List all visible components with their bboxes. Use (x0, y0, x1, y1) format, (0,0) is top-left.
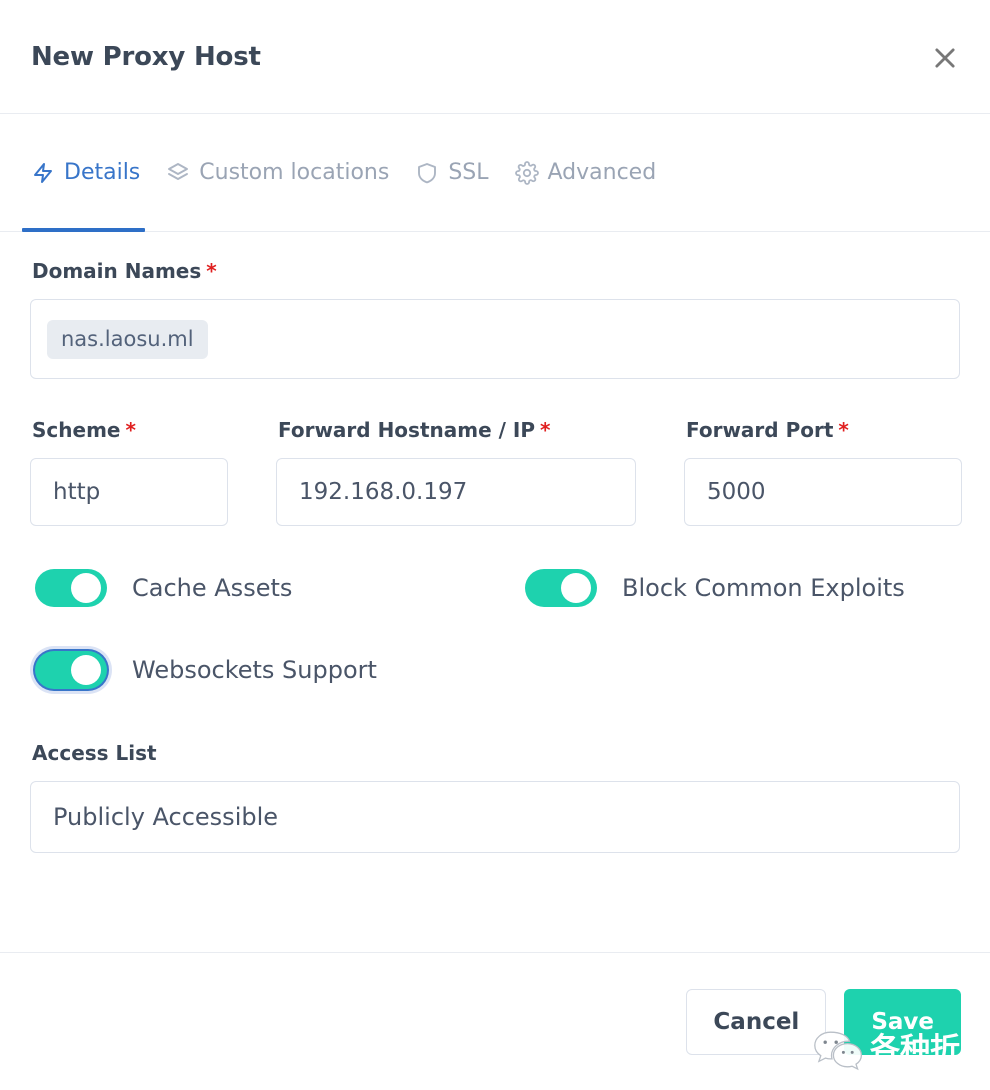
cache-assets-row: Cache Assets (30, 564, 520, 612)
access-list-value: Publicly Accessible (53, 803, 279, 831)
tab-custom-locations[interactable]: Custom locations (153, 114, 402, 231)
websockets-support-toggle-wrap (30, 646, 112, 694)
toggle-row-2: Websockets Support (30, 646, 960, 694)
gear-icon (514, 160, 539, 185)
forward-hostname-field: Forward Hostname / IP * 192.168.0.197 (276, 419, 684, 526)
tab-bar: Details Custom locations SSL Advanced (0, 114, 990, 232)
scheme-field: Scheme * http (30, 419, 276, 526)
scheme-select[interactable]: http (30, 458, 228, 526)
forward-settings-row: Scheme * http Forward Hostname / IP * 192.… (30, 419, 962, 526)
close-button[interactable] (927, 40, 963, 76)
required-asterisk: * (206, 259, 217, 283)
forward-hostname-value: 192.168.0.197 (299, 479, 468, 505)
forward-hostname-input[interactable]: 192.168.0.197 (276, 458, 636, 526)
modal-body: Domain Names * nas.laosu.ml Scheme * http … (0, 232, 990, 952)
toggle-row-1: Cache Assets Block Common Exploits (30, 564, 960, 612)
cache-assets-toggle[interactable] (35, 569, 107, 607)
scheme-label-text: Scheme (32, 418, 121, 442)
close-icon (931, 44, 959, 72)
domain-names-field: Domain Names * nas.laosu.ml (30, 260, 960, 379)
websockets-support-row: Websockets Support (30, 646, 377, 694)
forward-hostname-label-text: Forward Hostname / IP (278, 418, 535, 442)
domain-names-label-text: Domain Names (32, 259, 202, 283)
forward-hostname-label: Forward Hostname / IP * (278, 419, 636, 441)
domain-names-input[interactable]: nas.laosu.ml (30, 299, 960, 379)
forward-port-input[interactable]: 5000 (684, 458, 962, 526)
tab-advanced[interactable]: Advanced (502, 114, 670, 231)
toggle-knob (561, 573, 591, 603)
domain-tag[interactable]: nas.laosu.ml (47, 319, 208, 359)
tab-ssl[interactable]: SSL (402, 114, 501, 231)
block-common-exploits-toggle-wrap (520, 564, 602, 612)
modal-header: New Proxy Host (0, 0, 990, 114)
scheme-value: http (53, 479, 101, 505)
page-title: New Proxy Host (31, 41, 261, 72)
save-button[interactable]: Save (844, 988, 961, 1055)
forward-port-field: Forward Port * 5000 (684, 419, 962, 526)
block-common-exploits-row: Block Common Exploits (520, 564, 905, 612)
required-asterisk: * (539, 418, 551, 442)
scheme-label: Scheme * (32, 419, 228, 441)
tab-advanced-label: Advanced (547, 160, 657, 185)
cache-assets-label: Cache Assets (132, 574, 293, 602)
shield-icon (415, 161, 439, 185)
domain-names-label: Domain Names * (32, 260, 960, 282)
toggle-knob (71, 573, 101, 603)
cancel-button[interactable]: Cancel (686, 988, 827, 1055)
forward-port-value: 5000 (707, 479, 766, 505)
layers-icon (166, 161, 190, 185)
websockets-support-label: Websockets Support (132, 656, 377, 684)
lightning-bolt-icon (31, 161, 55, 185)
tab-details-label: Details (64, 160, 141, 185)
websockets-support-toggle[interactable] (35, 651, 107, 689)
access-list-field: Access List Publicly Accessible (30, 742, 960, 853)
forward-port-label-text: Forward Port (686, 418, 834, 442)
cache-assets-toggle-wrap (30, 564, 112, 612)
toggle-knob (71, 655, 101, 685)
forward-port-label: Forward Port * (686, 419, 962, 441)
modal-footer: Cancel Save (0, 952, 990, 1090)
new-proxy-host-modal: New Proxy Host Details Custom locations … (0, 0, 990, 1090)
block-common-exploits-toggle[interactable] (525, 569, 597, 607)
block-common-exploits-label: Block Common Exploits (622, 574, 905, 602)
active-tab-indicator (22, 228, 145, 232)
required-asterisk: * (838, 418, 849, 442)
tab-details[interactable]: Details (22, 114, 153, 231)
access-list-select[interactable]: Publicly Accessible (30, 781, 960, 853)
required-asterisk: * (125, 418, 136, 442)
tab-custom-locations-label: Custom locations (199, 160, 390, 185)
tab-ssl-label: SSL (448, 160, 489, 185)
access-list-label: Access List (32, 741, 157, 765)
